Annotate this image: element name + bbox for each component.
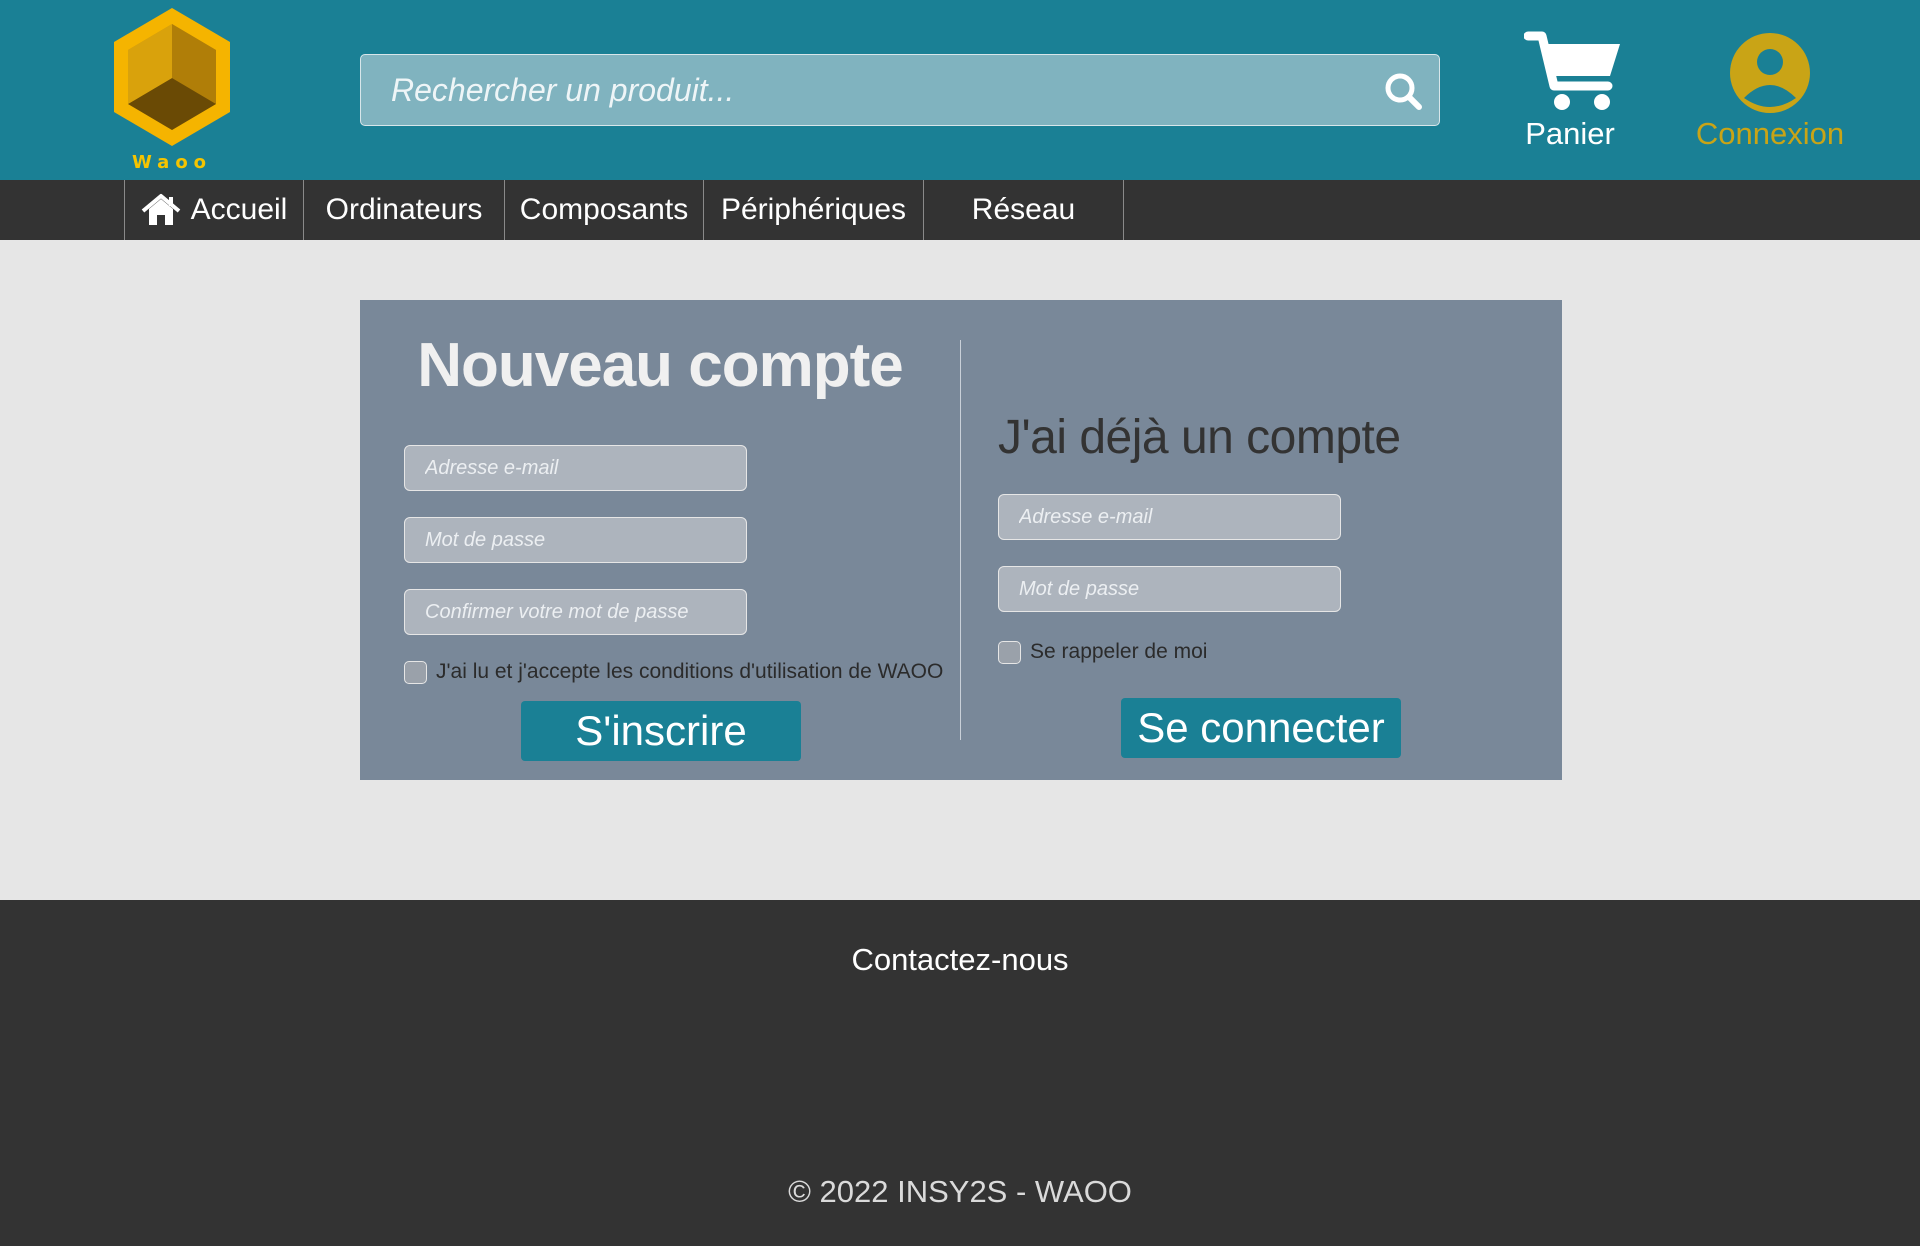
login-password-input[interactable]: [999, 567, 1340, 611]
login-email-input[interactable]: [999, 495, 1340, 539]
login-email-field: [998, 494, 1341, 540]
nav-item-label: Réseau: [971, 193, 1076, 226]
search-input[interactable]: [361, 55, 1361, 125]
register-title: Nouveau compte: [417, 331, 904, 400]
nav-item-label: Composants: [519, 193, 689, 226]
site-header: Waoo Panier Connexion: [0, 0, 1920, 180]
terms-label: J'ai lu et j'accepte les conditions d'ut…: [436, 660, 944, 683]
nav-item-label: Ordinateurs: [325, 193, 483, 226]
nav-item-reseau[interactable]: Réseau: [923, 180, 1124, 240]
nav-item-peripheriques[interactable]: Périphériques: [703, 180, 924, 240]
register-password-field: [404, 517, 747, 563]
register-password-input[interactable]: [405, 518, 746, 562]
logo-text: Waoo: [131, 152, 213, 173]
contact-link[interactable]: Contactez-nous: [0, 942, 1920, 978]
home-icon: [141, 194, 180, 225]
cart-icon: [1524, 31, 1620, 110]
remember-checkbox-row: Se rappeler de moi: [998, 640, 1207, 664]
logo[interactable]: Waoo: [108, 4, 236, 174]
nav-item-accueil[interactable]: Accueil: [124, 180, 304, 240]
copyright-text: © 2022 INSY2S - WAOO: [788, 1174, 1132, 1209]
login-button[interactable]: Se connecter: [1121, 698, 1401, 758]
site-footer: Contactez-nous © 2022 INSY2S - WAOO: [0, 900, 1920, 1246]
terms-checkbox[interactable]: [404, 660, 427, 684]
login-title: J'ai déjà un compte: [998, 411, 1401, 464]
nav-item-label: Accueil: [190, 193, 288, 226]
cart-link[interactable]: Panier: [1510, 28, 1630, 158]
remember-label: Se rappeler de moi: [1030, 640, 1208, 663]
panel-divider: [960, 340, 961, 740]
cart-label: Panier: [1525, 116, 1615, 151]
register-confirm-input[interactable]: [405, 590, 746, 634]
search-icon[interactable]: [1383, 71, 1423, 111]
register-confirm-field: [404, 589, 747, 635]
remember-checkbox[interactable]: [998, 640, 1021, 664]
account-panel: Nouveau compte J'ai lu et j'accepte les …: [360, 300, 1562, 780]
login-password-field: [998, 566, 1341, 612]
nav-item-label: Périphériques: [720, 193, 907, 226]
account-link[interactable]: Connexion: [1680, 28, 1860, 158]
register-email-field: [404, 445, 747, 491]
search-bar: [360, 54, 1440, 126]
register-button[interactable]: S'inscrire: [521, 701, 801, 761]
main-nav: Accueil Ordinateurs Composants Périphéri…: [0, 180, 1920, 240]
nav-item-ordinateurs[interactable]: Ordinateurs: [303, 180, 505, 240]
user-icon: [1730, 33, 1810, 113]
nav-item-composants[interactable]: Composants: [504, 180, 704, 240]
register-email-input[interactable]: [405, 446, 746, 490]
account-label: Connexion: [1695, 116, 1845, 151]
terms-checkbox-row: J'ai lu et j'accepte les conditions d'ut…: [404, 660, 943, 684]
logo-hexagon-icon: [114, 8, 230, 146]
